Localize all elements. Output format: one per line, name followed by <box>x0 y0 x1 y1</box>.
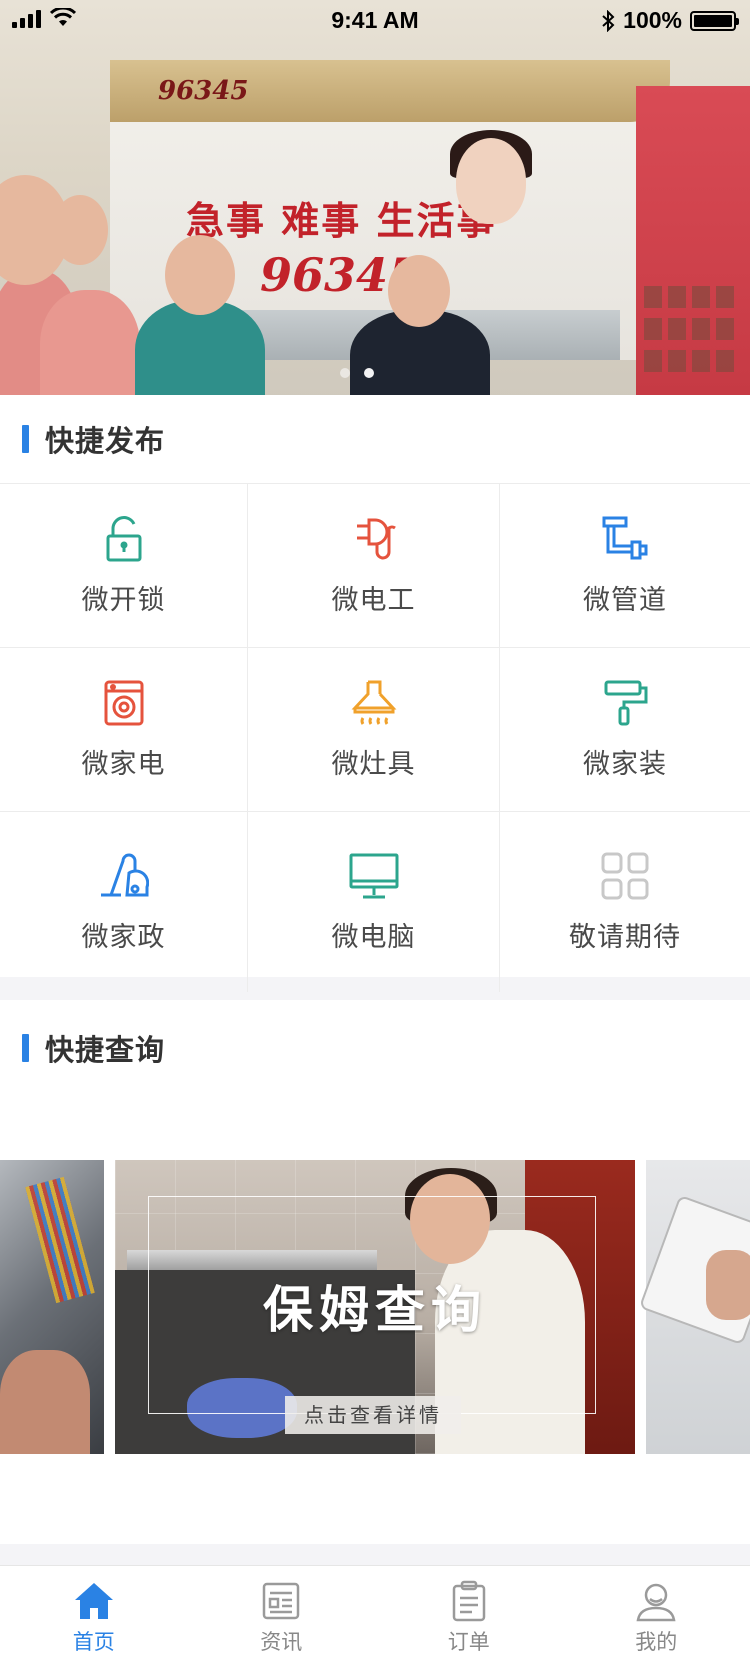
service-label: 微电脑 <box>331 921 416 953</box>
order-icon <box>452 1580 485 1622</box>
news-icon <box>263 1582 300 1620</box>
operator-face <box>456 138 526 224</box>
service-label: 微电工 <box>331 585 416 616</box>
unlock-icon <box>106 516 141 562</box>
status-right: 100% <box>601 7 739 34</box>
person-head <box>165 235 235 315</box>
service-grid: 微开锁 微电工 微管道 微家电 微灶具 微家装 微家政 微电脑 敬请期待 <box>0 483 750 992</box>
section-title: 快捷查询 <box>45 1033 166 1067</box>
pipe-icon <box>602 516 648 560</box>
range-hood-icon <box>351 680 396 725</box>
service-label: 微管道 <box>583 585 667 616</box>
tab-label: 订单 <box>447 1630 490 1654</box>
bluetooth-icon <box>602 9 615 32</box>
vacuum-icon <box>100 853 149 896</box>
service-decoration[interactable]: 微家装 <box>500 648 750 812</box>
section-accent-bar <box>22 425 29 453</box>
query-carousel[interactable]: 保姆查询 点击查看详情 <box>0 1160 750 1454</box>
battery-percent: 100% <box>623 7 682 33</box>
service-stove[interactable]: 微灶具 <box>248 648 500 812</box>
service-label: 微家政 <box>81 921 166 953</box>
service-label: 微开锁 <box>81 585 166 616</box>
tab-bar: 首页 资讯 订单 我的 <box>0 1565 750 1659</box>
person-figure <box>40 290 140 400</box>
grid-icon <box>601 852 649 899</box>
quick-publish-section: 快捷发布 微开锁 微电工 微管道 微家电 微灶具 微家装 微家政 微电脑 敬请期… <box>0 395 750 992</box>
carousel-indicator <box>340 368 374 378</box>
service-coming-soon[interactable]: 敬请期待 <box>500 812 750 992</box>
app-screen: 96345 急事 难事 生活事 96345 9:41 AM 100% 快捷发布 … <box>0 0 750 1659</box>
banner-logo: 96345 <box>158 76 249 106</box>
service-label: 微灶具 <box>331 749 416 780</box>
tab-orders[interactable]: 订单 <box>375 1566 563 1659</box>
tab-label: 我的 <box>635 1630 678 1654</box>
person-head <box>388 255 450 327</box>
query-card-nanny[interactable]: 保姆查询 点击查看详情 <box>115 1160 635 1454</box>
tab-news[interactable]: 资讯 <box>188 1566 376 1659</box>
card-title: 保姆查询 <box>263 1281 487 1339</box>
service-label: 微家电 <box>81 749 166 780</box>
service-label: 敬请期待 <box>569 921 681 953</box>
plug-icon <box>356 518 396 560</box>
section-header: 快捷查询 <box>0 1000 750 1096</box>
tab-mine[interactable]: 我的 <box>563 1566 750 1659</box>
service-electrician[interactable]: 微电工 <box>248 484 500 648</box>
person-head <box>52 195 108 265</box>
battery-icon <box>690 10 739 31</box>
banner-carousel[interactable]: 96345 急事 难事 生活事 96345 <box>0 0 750 400</box>
service-label: 微家装 <box>583 749 667 780</box>
carousel-dot <box>340 368 350 378</box>
query-card-next[interactable] <box>638 1160 750 1454</box>
washing-machine-icon <box>104 680 143 726</box>
view-details-button[interactable]: 点击查看详情 <box>285 1396 461 1434</box>
service-unlock[interactable]: 微开锁 <box>0 484 248 648</box>
home-icon <box>74 1583 113 1619</box>
paint-roller-icon <box>604 680 648 726</box>
section-title: 快捷发布 <box>45 424 166 458</box>
service-computer[interactable]: 微电脑 <box>248 812 500 992</box>
person-figure <box>135 300 265 400</box>
tab-label: 资讯 <box>260 1630 303 1654</box>
banner-slogan: 急事 难事 生活事 <box>186 199 497 243</box>
service-appliance[interactable]: 微家电 <box>0 648 248 812</box>
tab-home[interactable]: 首页 <box>0 1566 188 1659</box>
service-housekeeping[interactable]: 微家政 <box>0 812 248 992</box>
monitor-icon <box>349 853 398 898</box>
query-card-prev[interactable] <box>0 1160 104 1454</box>
section-accent-bar <box>22 1034 29 1062</box>
user-icon <box>636 1583 676 1622</box>
section-header: 快捷发布 <box>0 395 750 483</box>
tab-label: 首页 <box>72 1630 115 1654</box>
carousel-dot-active <box>364 368 374 378</box>
banner-red-board <box>636 86 750 396</box>
service-pipe[interactable]: 微管道 <box>500 484 750 648</box>
status-bar: 9:41 AM 100% <box>0 0 750 40</box>
